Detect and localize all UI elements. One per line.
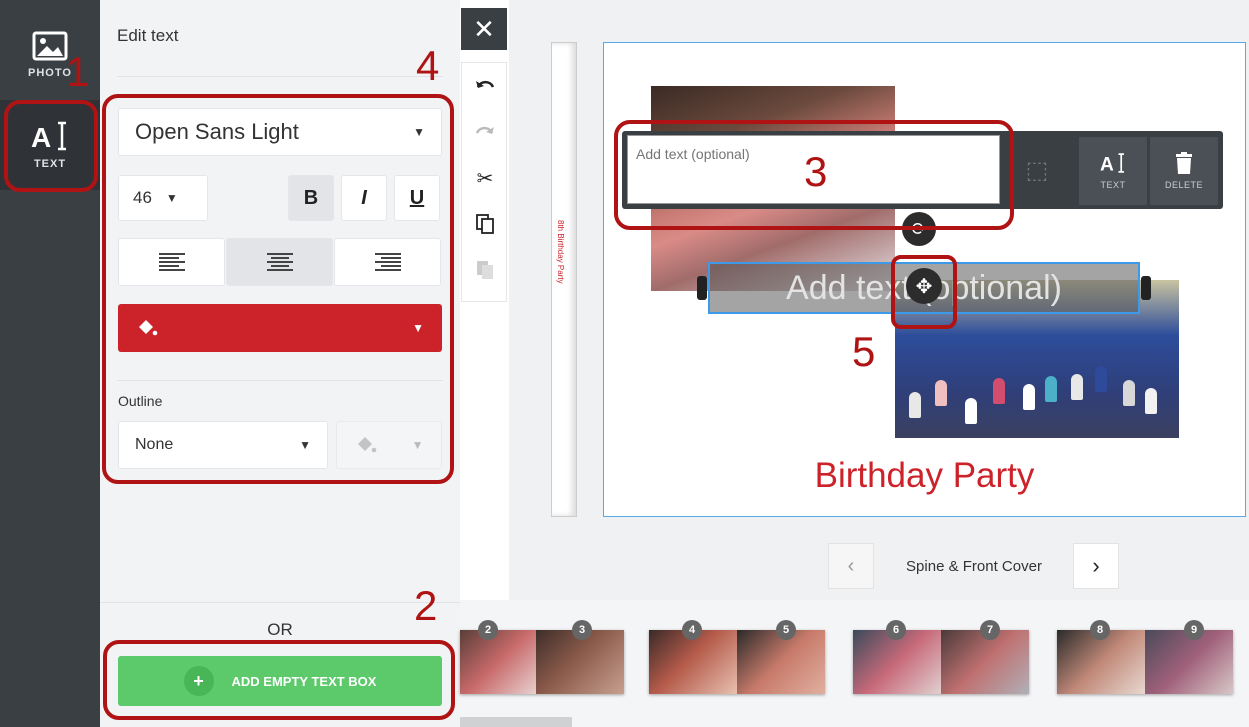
paste-icon bbox=[462, 247, 508, 293]
page-number-badge: 6 bbox=[886, 620, 906, 640]
page-number-badge: 7 bbox=[980, 620, 1000, 640]
thumbnail-scrollbar[interactable] bbox=[460, 717, 572, 727]
annotation-number-2: 2 bbox=[414, 582, 438, 629]
panel-title: Edit text bbox=[117, 26, 179, 45]
page-number-badge: 8 bbox=[1090, 620, 1110, 640]
redo-icon bbox=[462, 109, 508, 155]
trash-icon bbox=[1176, 152, 1192, 174]
or-label: OR bbox=[267, 620, 293, 639]
thumbnail-page bbox=[941, 630, 1029, 694]
annotation-number-5: 5 bbox=[852, 328, 876, 375]
close-button[interactable]: ✕ bbox=[461, 8, 507, 50]
thumbnail-spread-6-7[interactable] bbox=[853, 630, 1029, 694]
page-number-badge: 3 bbox=[572, 620, 592, 640]
scissors-icon[interactable]: ✂ bbox=[462, 155, 508, 201]
prev-page-button[interactable]: ‹ bbox=[828, 543, 874, 589]
page-number-badge: 9 bbox=[1184, 620, 1204, 640]
edit-toolstrip: ✂ bbox=[461, 62, 507, 302]
next-page-button[interactable]: › bbox=[1073, 543, 1119, 589]
cover-title[interactable]: Birthday Party bbox=[603, 456, 1246, 496]
delete-label: DELETE bbox=[1164, 180, 1203, 190]
annotation-box-4 bbox=[102, 94, 454, 484]
annotation-number-3: 3 bbox=[804, 148, 828, 195]
page-number-badge: 5 bbox=[776, 620, 796, 640]
thumbnail-spread-8-9[interactable] bbox=[1057, 630, 1233, 694]
annotation-box-5 bbox=[891, 255, 957, 329]
thumbnail-spread-4-5[interactable] bbox=[649, 630, 825, 694]
annotation-box-1 bbox=[4, 100, 98, 192]
thumbnail-page bbox=[460, 630, 536, 694]
thumbnail-page bbox=[737, 630, 825, 694]
annotation-number-4: 4 bbox=[416, 42, 440, 89]
resize-icon[interactable]: ⬚ bbox=[1012, 150, 1062, 190]
thumbnail-page bbox=[1145, 630, 1233, 694]
delete-button[interactable]: DELETE bbox=[1150, 137, 1218, 205]
copy-icon[interactable] bbox=[462, 201, 508, 247]
resize-handle-right[interactable] bbox=[1141, 276, 1151, 300]
spine-text: 8th Birthday Party bbox=[556, 220, 565, 284]
page-number-badge: 2 bbox=[478, 620, 498, 640]
annotation-number-1: 1 bbox=[66, 48, 90, 95]
text-style-label: TEXT bbox=[1100, 180, 1126, 190]
undo-icon[interactable] bbox=[462, 63, 508, 109]
annotation-box-2 bbox=[103, 640, 455, 720]
svg-text:A: A bbox=[1100, 155, 1114, 174]
text-style-button[interactable]: A TEXT bbox=[1079, 137, 1147, 205]
image-icon bbox=[32, 31, 68, 61]
page-number-badge: 4 bbox=[682, 620, 702, 640]
text-icon: A bbox=[1100, 153, 1124, 174]
resize-handle-left[interactable] bbox=[697, 276, 707, 300]
divider bbox=[117, 76, 443, 77]
page-label: Spine & Front Cover bbox=[906, 558, 1042, 575]
divider bbox=[100, 602, 460, 603]
